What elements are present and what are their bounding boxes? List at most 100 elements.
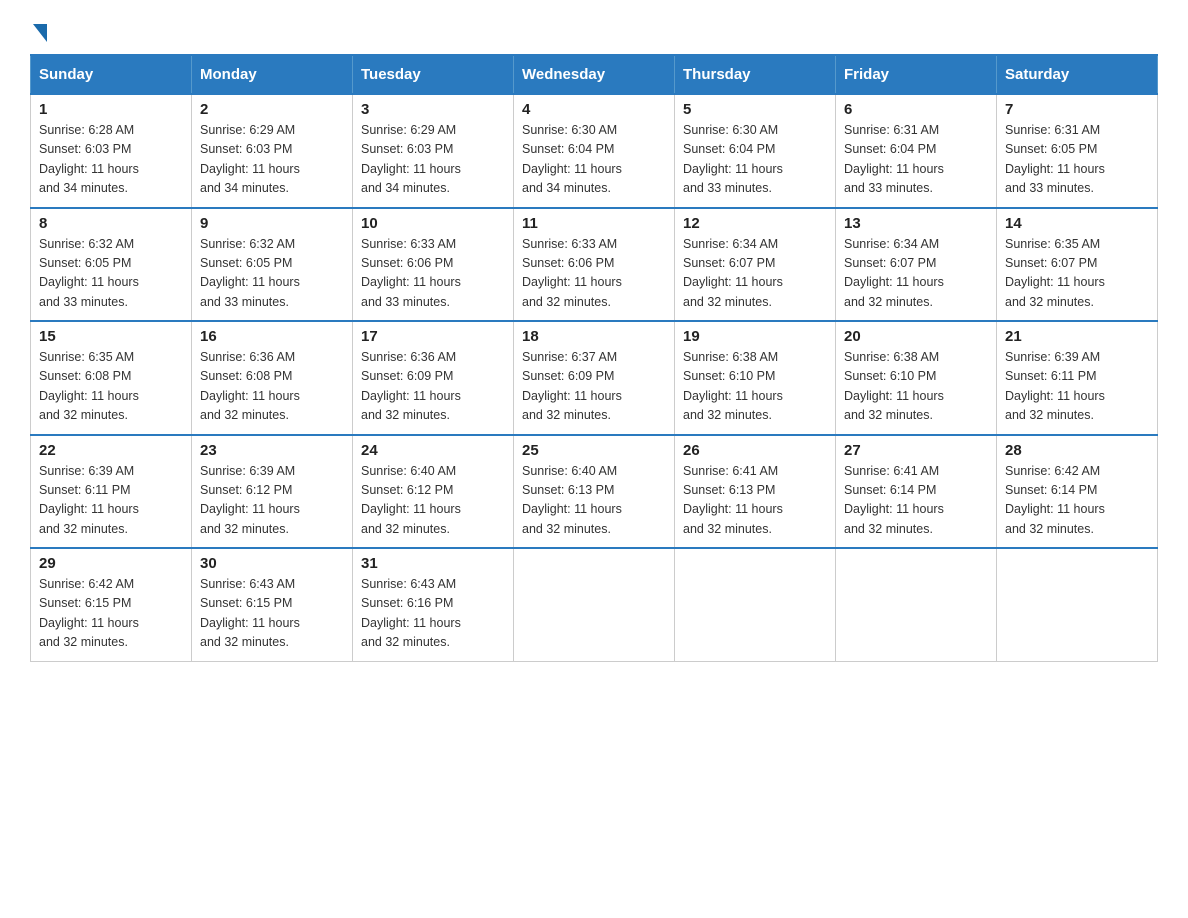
day-number: 12 — [683, 215, 827, 232]
day-header-friday: Friday — [836, 55, 997, 94]
calendar-week-row: 1 Sunrise: 6:28 AM Sunset: 6:03 PM Dayli… — [31, 94, 1158, 208]
day-info: Sunrise: 6:31 AM Sunset: 6:04 PM Dayligh… — [844, 121, 988, 199]
day-number: 1 — [39, 101, 183, 118]
day-info: Sunrise: 6:43 AM Sunset: 6:15 PM Dayligh… — [200, 575, 344, 653]
calendar-day-cell: 28 Sunrise: 6:42 AM Sunset: 6:14 PM Dayl… — [997, 435, 1158, 549]
day-info: Sunrise: 6:42 AM Sunset: 6:15 PM Dayligh… — [39, 575, 183, 653]
day-number: 22 — [39, 442, 183, 459]
day-number: 16 — [200, 328, 344, 345]
calendar-day-cell: 8 Sunrise: 6:32 AM Sunset: 6:05 PM Dayli… — [31, 208, 192, 322]
logo — [30, 20, 47, 38]
calendar-day-cell: 23 Sunrise: 6:39 AM Sunset: 6:12 PM Dayl… — [192, 435, 353, 549]
day-number: 7 — [1005, 101, 1149, 118]
calendar-day-cell: 15 Sunrise: 6:35 AM Sunset: 6:08 PM Dayl… — [31, 321, 192, 435]
calendar-day-cell: 11 Sunrise: 6:33 AM Sunset: 6:06 PM Dayl… — [514, 208, 675, 322]
calendar-header-row: SundayMondayTuesdayWednesdayThursdayFrid… — [31, 55, 1158, 94]
logo-arrow-icon — [33, 24, 47, 42]
calendar-day-cell: 3 Sunrise: 6:29 AM Sunset: 6:03 PM Dayli… — [353, 94, 514, 208]
day-number: 31 — [361, 555, 505, 572]
calendar-week-row: 15 Sunrise: 6:35 AM Sunset: 6:08 PM Dayl… — [31, 321, 1158, 435]
calendar-day-cell: 29 Sunrise: 6:42 AM Sunset: 6:15 PM Dayl… — [31, 548, 192, 661]
day-info: Sunrise: 6:41 AM Sunset: 6:13 PM Dayligh… — [683, 462, 827, 540]
calendar-day-cell: 31 Sunrise: 6:43 AM Sunset: 6:16 PM Dayl… — [353, 548, 514, 661]
day-info: Sunrise: 6:31 AM Sunset: 6:05 PM Dayligh… — [1005, 121, 1149, 199]
day-info: Sunrise: 6:34 AM Sunset: 6:07 PM Dayligh… — [844, 235, 988, 313]
day-info: Sunrise: 6:30 AM Sunset: 6:04 PM Dayligh… — [683, 121, 827, 199]
day-number: 26 — [683, 442, 827, 459]
day-number: 3 — [361, 101, 505, 118]
day-info: Sunrise: 6:33 AM Sunset: 6:06 PM Dayligh… — [361, 235, 505, 313]
day-info: Sunrise: 6:39 AM Sunset: 6:11 PM Dayligh… — [1005, 348, 1149, 426]
day-info: Sunrise: 6:33 AM Sunset: 6:06 PM Dayligh… — [522, 235, 666, 313]
day-info: Sunrise: 6:42 AM Sunset: 6:14 PM Dayligh… — [1005, 462, 1149, 540]
day-header-monday: Monday — [192, 55, 353, 94]
day-info: Sunrise: 6:38 AM Sunset: 6:10 PM Dayligh… — [683, 348, 827, 426]
day-info: Sunrise: 6:36 AM Sunset: 6:08 PM Dayligh… — [200, 348, 344, 426]
calendar-day-cell: 6 Sunrise: 6:31 AM Sunset: 6:04 PM Dayli… — [836, 94, 997, 208]
day-number: 21 — [1005, 328, 1149, 345]
day-info: Sunrise: 6:43 AM Sunset: 6:16 PM Dayligh… — [361, 575, 505, 653]
day-number: 4 — [522, 101, 666, 118]
day-info: Sunrise: 6:37 AM Sunset: 6:09 PM Dayligh… — [522, 348, 666, 426]
calendar-day-cell: 22 Sunrise: 6:39 AM Sunset: 6:11 PM Dayl… — [31, 435, 192, 549]
day-number: 9 — [200, 215, 344, 232]
calendar-day-cell: 5 Sunrise: 6:30 AM Sunset: 6:04 PM Dayli… — [675, 94, 836, 208]
calendar-day-cell: 21 Sunrise: 6:39 AM Sunset: 6:11 PM Dayl… — [997, 321, 1158, 435]
day-info: Sunrise: 6:41 AM Sunset: 6:14 PM Dayligh… — [844, 462, 988, 540]
day-number: 6 — [844, 101, 988, 118]
day-header-sunday: Sunday — [31, 55, 192, 94]
day-info: Sunrise: 6:39 AM Sunset: 6:11 PM Dayligh… — [39, 462, 183, 540]
calendar-day-cell — [675, 548, 836, 661]
day-number: 8 — [39, 215, 183, 232]
calendar-day-cell — [514, 548, 675, 661]
calendar-day-cell: 17 Sunrise: 6:36 AM Sunset: 6:09 PM Dayl… — [353, 321, 514, 435]
calendar-week-row: 22 Sunrise: 6:39 AM Sunset: 6:11 PM Dayl… — [31, 435, 1158, 549]
page-header — [30, 20, 1158, 38]
calendar-day-cell: 26 Sunrise: 6:41 AM Sunset: 6:13 PM Dayl… — [675, 435, 836, 549]
calendar-day-cell: 24 Sunrise: 6:40 AM Sunset: 6:12 PM Dayl… — [353, 435, 514, 549]
day-info: Sunrise: 6:38 AM Sunset: 6:10 PM Dayligh… — [844, 348, 988, 426]
day-number: 30 — [200, 555, 344, 572]
day-info: Sunrise: 6:35 AM Sunset: 6:08 PM Dayligh… — [39, 348, 183, 426]
day-info: Sunrise: 6:36 AM Sunset: 6:09 PM Dayligh… — [361, 348, 505, 426]
day-number: 23 — [200, 442, 344, 459]
day-info: Sunrise: 6:28 AM Sunset: 6:03 PM Dayligh… — [39, 121, 183, 199]
day-info: Sunrise: 6:35 AM Sunset: 6:07 PM Dayligh… — [1005, 235, 1149, 313]
calendar-day-cell: 18 Sunrise: 6:37 AM Sunset: 6:09 PM Dayl… — [514, 321, 675, 435]
calendar-day-cell: 1 Sunrise: 6:28 AM Sunset: 6:03 PM Dayli… — [31, 94, 192, 208]
day-number: 24 — [361, 442, 505, 459]
day-header-wednesday: Wednesday — [514, 55, 675, 94]
day-info: Sunrise: 6:32 AM Sunset: 6:05 PM Dayligh… — [200, 235, 344, 313]
calendar-day-cell: 2 Sunrise: 6:29 AM Sunset: 6:03 PM Dayli… — [192, 94, 353, 208]
day-number: 11 — [522, 215, 666, 232]
calendar-day-cell — [997, 548, 1158, 661]
day-number: 20 — [844, 328, 988, 345]
day-info: Sunrise: 6:32 AM Sunset: 6:05 PM Dayligh… — [39, 235, 183, 313]
calendar-day-cell: 9 Sunrise: 6:32 AM Sunset: 6:05 PM Dayli… — [192, 208, 353, 322]
day-number: 29 — [39, 555, 183, 572]
calendar-day-cell: 12 Sunrise: 6:34 AM Sunset: 6:07 PM Dayl… — [675, 208, 836, 322]
calendar-table: SundayMondayTuesdayWednesdayThursdayFrid… — [30, 54, 1158, 662]
day-number: 19 — [683, 328, 827, 345]
day-number: 27 — [844, 442, 988, 459]
day-number: 14 — [1005, 215, 1149, 232]
calendar-day-cell: 4 Sunrise: 6:30 AM Sunset: 6:04 PM Dayli… — [514, 94, 675, 208]
day-number: 18 — [522, 328, 666, 345]
calendar-day-cell — [836, 548, 997, 661]
day-header-thursday: Thursday — [675, 55, 836, 94]
day-info: Sunrise: 6:34 AM Sunset: 6:07 PM Dayligh… — [683, 235, 827, 313]
day-info: Sunrise: 6:40 AM Sunset: 6:13 PM Dayligh… — [522, 462, 666, 540]
day-header-saturday: Saturday — [997, 55, 1158, 94]
calendar-week-row: 8 Sunrise: 6:32 AM Sunset: 6:05 PM Dayli… — [31, 208, 1158, 322]
calendar-day-cell: 16 Sunrise: 6:36 AM Sunset: 6:08 PM Dayl… — [192, 321, 353, 435]
calendar-day-cell: 7 Sunrise: 6:31 AM Sunset: 6:05 PM Dayli… — [997, 94, 1158, 208]
calendar-day-cell: 30 Sunrise: 6:43 AM Sunset: 6:15 PM Dayl… — [192, 548, 353, 661]
calendar-day-cell: 19 Sunrise: 6:38 AM Sunset: 6:10 PM Dayl… — [675, 321, 836, 435]
day-number: 28 — [1005, 442, 1149, 459]
day-info: Sunrise: 6:30 AM Sunset: 6:04 PM Dayligh… — [522, 121, 666, 199]
day-number: 5 — [683, 101, 827, 118]
calendar-day-cell: 25 Sunrise: 6:40 AM Sunset: 6:13 PM Dayl… — [514, 435, 675, 549]
calendar-week-row: 29 Sunrise: 6:42 AM Sunset: 6:15 PM Dayl… — [31, 548, 1158, 661]
day-number: 2 — [200, 101, 344, 118]
calendar-day-cell: 14 Sunrise: 6:35 AM Sunset: 6:07 PM Dayl… — [997, 208, 1158, 322]
